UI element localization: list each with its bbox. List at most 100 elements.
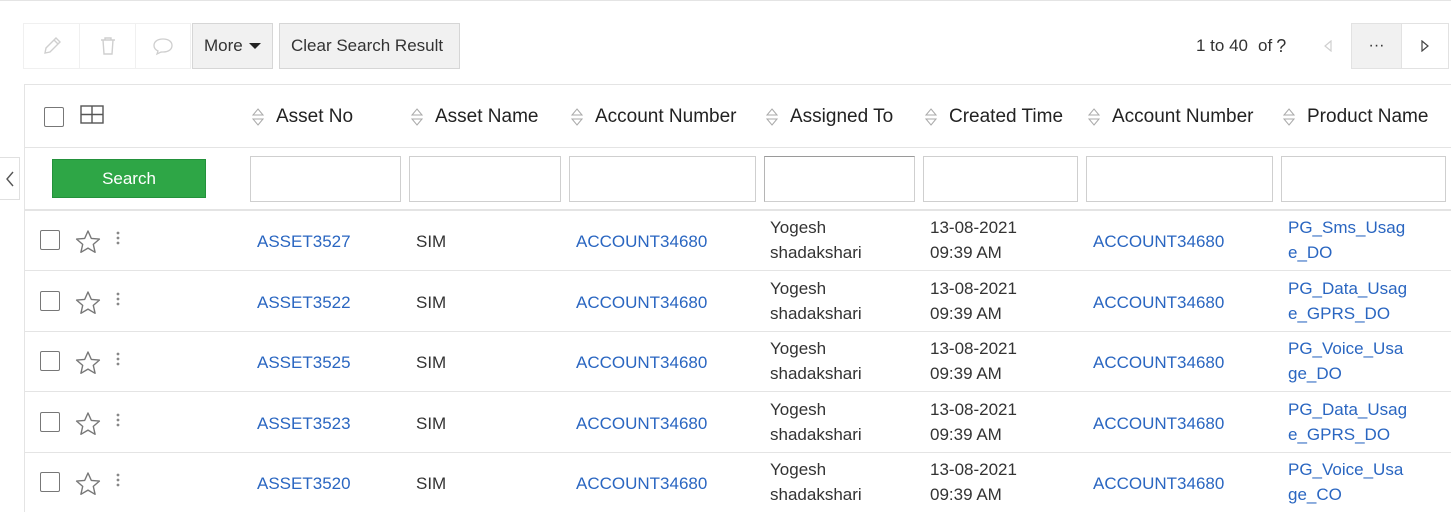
product-name-line-1: PG_Data_Usag: [1288, 278, 1408, 298]
sidebar-toggle-button[interactable]: [0, 157, 20, 200]
created-time-cell: 13-08-2021 09:39 AM: [930, 215, 1017, 265]
account-number-2-link[interactable]: ACCOUNT34680: [1093, 353, 1224, 373]
more-label: More: [204, 36, 243, 55]
column-header-account-number-2[interactable]: Account Number: [1088, 85, 1254, 148]
next-page-button[interactable]: [1402, 23, 1449, 69]
column-header-asset-no[interactable]: Asset No: [252, 85, 353, 148]
pagination-info: 1 to 40 of ?: [1196, 23, 1286, 69]
product-name-line-1: PG_Data_Usag: [1288, 399, 1408, 419]
product-name-link[interactable]: PG_Sms_Usag e_DO: [1288, 215, 1405, 265]
product-name-line-1: PG_Voice_Usa: [1288, 339, 1404, 358]
created-date: 13-08-2021: [930, 399, 1017, 419]
search-button-label: Search: [102, 168, 156, 188]
product-name-line-1: PG_Sms_Usag: [1288, 218, 1406, 237]
account-number-2-link[interactable]: ACCOUNT34680: [1093, 232, 1224, 252]
total-count-unknown[interactable]: ?: [1276, 36, 1286, 57]
assigned-to-cell: Yogesh shadakshari: [770, 336, 862, 386]
account-number-2-link[interactable]: ACCOUNT34680: [1093, 474, 1224, 494]
column-header-asset-name[interactable]: Asset Name: [411, 85, 538, 148]
assigned-to-cell: Yogesh shadakshari: [770, 215, 862, 265]
filter-row: Search: [25, 148, 1451, 211]
row-menu-icon[interactable]: [115, 472, 121, 488]
edit-button[interactable]: [23, 23, 79, 69]
asset-name-cell: SIM: [416, 413, 447, 433]
chevron-left-icon: [5, 171, 14, 186]
caret-down-icon: [248, 43, 261, 49]
row-menu-icon[interactable]: [115, 351, 121, 367]
created-time: 09:39 AM: [930, 243, 1002, 262]
column-header-assigned-to[interactable]: Assigned To: [766, 85, 893, 148]
sort-icon: [252, 107, 264, 126]
trash-icon: [100, 37, 115, 55]
column-header-account-number[interactable]: Account Number: [571, 85, 737, 148]
delete-button[interactable]: [79, 23, 135, 69]
asset-name-cell: SIM: [416, 353, 447, 372]
asset-no-link[interactable]: ASSET3525: [257, 353, 351, 373]
asset-no-link[interactable]: ASSET3527: [257, 232, 351, 252]
account-number-link[interactable]: ACCOUNT34680: [576, 474, 707, 494]
page-options-label: ···: [1368, 37, 1385, 54]
row-checkbox[interactable]: [40, 411, 60, 432]
product-name-link[interactable]: PG_Data_Usag e_GPRS_DO: [1288, 276, 1407, 326]
row-menu-icon[interactable]: [115, 291, 121, 307]
row-checkbox[interactable]: [40, 351, 60, 371]
filter-account-number-2-input[interactable]: [1086, 156, 1273, 202]
search-button[interactable]: Search: [52, 159, 206, 198]
assigned-to-first: Yogesh: [770, 339, 827, 358]
table-row[interactable]: ASSET3522 SIM ACCOUNT34680 Yogesh shadakshar…: [25, 272, 1451, 332]
account-number-link[interactable]: ACCOUNT34680: [576, 414, 707, 434]
star-icon[interactable]: [74, 471, 102, 497]
created-time: 09:39 AM: [930, 364, 1002, 383]
table-row[interactable]: ASSET3523 SIM ACCOUNT34680 Yogesh shadakshar…: [25, 393, 1451, 453]
row-checkbox[interactable]: [40, 472, 60, 492]
account-number-link[interactable]: ACCOUNT34680: [576, 232, 707, 252]
product-name-link[interactable]: PG_Data_Usag e_GPRS_DO: [1288, 397, 1407, 447]
product-name-link[interactable]: PG_Voice_Usa ge_CO: [1288, 457, 1403, 507]
column-header-product-name[interactable]: Product Name: [1283, 85, 1428, 148]
asset-name-cell: SIM: [416, 292, 447, 312]
table-row[interactable]: ASSET3520 SIM ACCOUNT34680 Yogesh shadakshar…: [25, 453, 1451, 512]
star-icon[interactable]: [74, 411, 102, 437]
previous-page-button[interactable]: [1305, 23, 1351, 69]
row-checkbox[interactable]: [40, 290, 60, 311]
account-number-link[interactable]: ACCOUNT34680: [576, 353, 707, 373]
clear-search-button[interactable]: Clear Search Result: [279, 23, 460, 69]
filter-asset-no-input[interactable]: [250, 156, 401, 202]
assigned-to-first: Yogesh: [770, 218, 827, 237]
asset-no-link[interactable]: ASSET3522: [257, 293, 351, 313]
table-row[interactable]: ASSET3525 SIM ACCOUNT34680 Yogesh shadakshar…: [25, 332, 1451, 392]
top-divider: [0, 0, 1451, 1]
row-checkbox[interactable]: [40, 230, 60, 250]
filter-assigned-to-input[interactable]: [764, 156, 915, 202]
star-icon[interactable]: [74, 229, 102, 255]
filter-product-name-input[interactable]: [1281, 156, 1446, 202]
product-name-line-2: ge_DO: [1288, 364, 1342, 383]
column-label: Product Name: [1307, 105, 1429, 127]
more-dropdown[interactable]: More: [192, 23, 273, 69]
row-menu-icon[interactable]: [115, 230, 121, 246]
account-number-2-link[interactable]: ACCOUNT34680: [1093, 293, 1224, 313]
page-range: 1 to 40: [1196, 36, 1248, 55]
account-number-2-link[interactable]: ACCOUNT34680: [1093, 414, 1224, 434]
filter-asset-name-input[interactable]: [409, 156, 561, 202]
asset-no-link[interactable]: ASSET3520: [257, 474, 351, 494]
product-name-link[interactable]: PG_Voice_Usa ge_DO: [1288, 336, 1403, 386]
account-number-link[interactable]: ACCOUNT34680: [576, 293, 707, 313]
chevron-left-icon: [1324, 40, 1332, 52]
table-row[interactable]: ASSET3527 SIM ACCOUNT34680 Yogesh shadakshar…: [25, 211, 1451, 271]
created-time: 09:39 AM: [930, 303, 1002, 323]
product-name-line-2: e_GPRS_DO: [1288, 303, 1391, 323]
star-icon[interactable]: [74, 350, 102, 376]
filter-account-number-input[interactable]: [569, 156, 756, 202]
page-options-button[interactable]: ···: [1351, 23, 1402, 69]
comment-button[interactable]: [135, 23, 191, 69]
asset-no-link[interactable]: ASSET3523: [257, 414, 351, 434]
select-all-checkbox[interactable]: [44, 107, 64, 127]
filter-created-time-input[interactable]: [923, 156, 1078, 202]
column-header-created-time[interactable]: Created Time: [925, 85, 1063, 148]
table-header: Asset No Asset Name Account Number Assig…: [25, 85, 1451, 148]
column-layout-icon[interactable]: [80, 105, 104, 125]
assigned-to-first: Yogesh: [770, 460, 827, 479]
row-menu-icon[interactable]: [115, 412, 121, 428]
star-icon[interactable]: [74, 290, 102, 316]
